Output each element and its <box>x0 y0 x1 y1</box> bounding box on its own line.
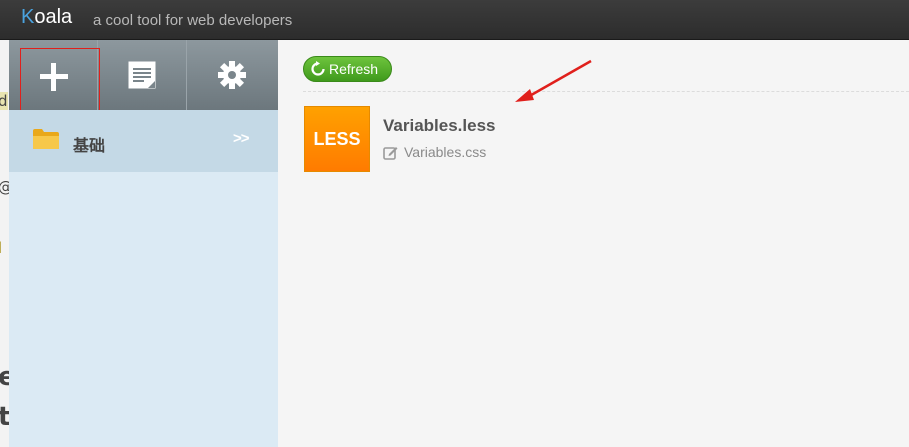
divider <box>303 91 909 92</box>
background-fragment: d <box>0 92 8 110</box>
file-name: Variables.less <box>383 116 496 135</box>
app-name-initial: K <box>21 6 35 28</box>
annotation-arrow <box>515 59 592 102</box>
background-fragment: @ <box>0 178 9 196</box>
sidebar: 基础 >> <box>9 40 278 447</box>
folder-icon <box>33 129 59 149</box>
app-name: Koala <box>21 6 72 29</box>
less-file-icon: LESS <box>304 106 370 172</box>
background-fragment: t <box>0 402 9 432</box>
background-fragment: l <box>0 239 3 257</box>
sidebar-toolbar <box>9 40 278 112</box>
refresh-button[interactable]: Refresh <box>303 56 392 82</box>
chevron-right-icon[interactable]: >> <box>233 130 250 147</box>
background-window-edge: d @ l e t <box>0 40 9 447</box>
add-project-button[interactable] <box>9 40 100 112</box>
sidebar-item-project[interactable]: 基础 >> <box>9 110 278 172</box>
refresh-label: Refresh <box>329 61 379 77</box>
refresh-icon <box>311 61 325 76</box>
title-bar: Koala a cool tool for web developers <box>0 0 909 40</box>
log-button[interactable] <box>98 40 187 110</box>
background-fragment: e <box>0 362 9 392</box>
edit-icon[interactable] <box>383 145 398 160</box>
output-file-name: Variables.css <box>404 144 487 160</box>
gear-icon <box>217 61 246 89</box>
app-tagline: a cool tool for web developers <box>93 12 293 29</box>
project-name: 基础 <box>73 138 106 155</box>
file-type-badge: LESS <box>313 128 361 149</box>
output-path[interactable]: Variables.css <box>383 144 486 160</box>
file-item[interactable]: LESS Variables.less Variables.css <box>304 106 704 172</box>
app-name-rest: oala <box>34 6 73 28</box>
highlight-box <box>20 48 100 112</box>
settings-button[interactable] <box>187 40 276 110</box>
document-icon <box>128 61 156 89</box>
